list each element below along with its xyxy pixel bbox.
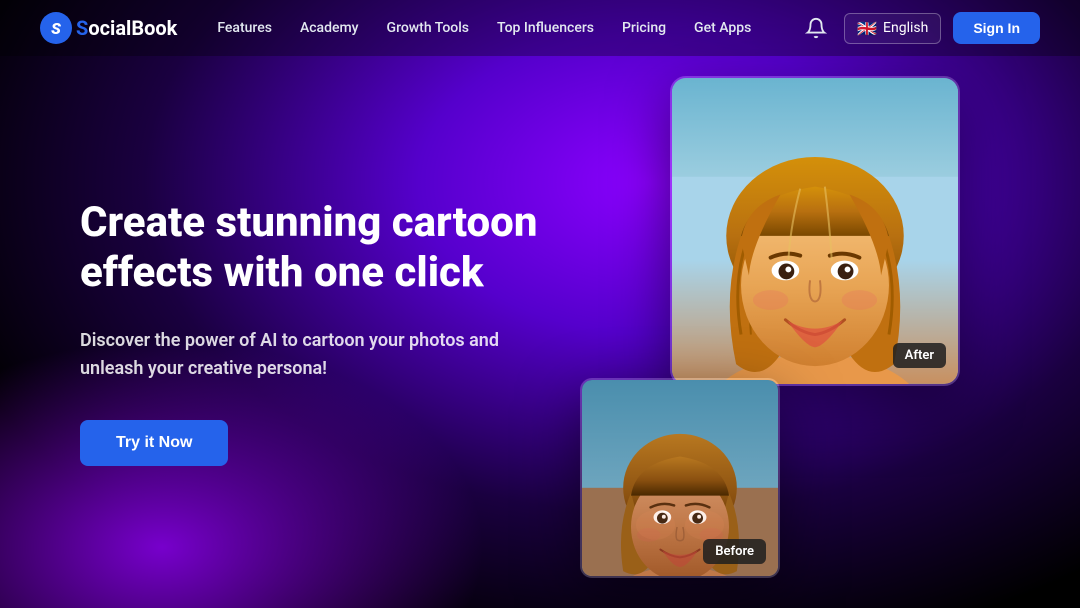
language-button[interactable]: 🇬🇧 English xyxy=(844,13,941,44)
nav-growth-tools[interactable]: Growth Tools xyxy=(387,20,469,36)
hero-left: Create stunning cartoon effects with one… xyxy=(80,198,540,466)
after-portrait xyxy=(672,78,958,384)
flag-icon: 🇬🇧 xyxy=(857,19,877,38)
signin-button[interactable]: Sign In xyxy=(953,12,1040,44)
before-label: Before xyxy=(703,539,766,564)
logo[interactable]: S SocialBook xyxy=(40,12,177,44)
hero-right: After xyxy=(540,56,1000,608)
try-now-button[interactable]: Try it Now xyxy=(80,420,228,466)
notification-button[interactable] xyxy=(800,12,832,44)
nav-academy[interactable]: Academy xyxy=(300,20,359,36)
nav-features[interactable]: Features xyxy=(217,20,272,36)
nav-top-influencers[interactable]: Top Influencers xyxy=(497,20,594,36)
after-image-container: After xyxy=(670,76,960,386)
nav-pricing[interactable]: Pricing xyxy=(622,20,666,36)
hero-subtitle: Discover the power of AI to cartoon your… xyxy=(80,327,540,385)
before-image-container: Before xyxy=(580,378,780,578)
after-label: After xyxy=(893,343,946,368)
nav-get-apps[interactable]: Get Apps xyxy=(694,20,751,36)
nav-right: 🇬🇧 English Sign In xyxy=(800,12,1040,44)
logo-text: SocialBook xyxy=(76,16,177,40)
hero-section: Create stunning cartoon effects with one… xyxy=(0,56,1080,608)
hero-title: Create stunning cartoon effects with one… xyxy=(80,198,540,299)
logo-icon: S xyxy=(40,12,72,44)
nav-links: Features Academy Growth Tools Top Influe… xyxy=(217,20,800,36)
language-label: English xyxy=(883,20,928,36)
navbar: S SocialBook Features Academy Growth Too… xyxy=(0,0,1080,56)
